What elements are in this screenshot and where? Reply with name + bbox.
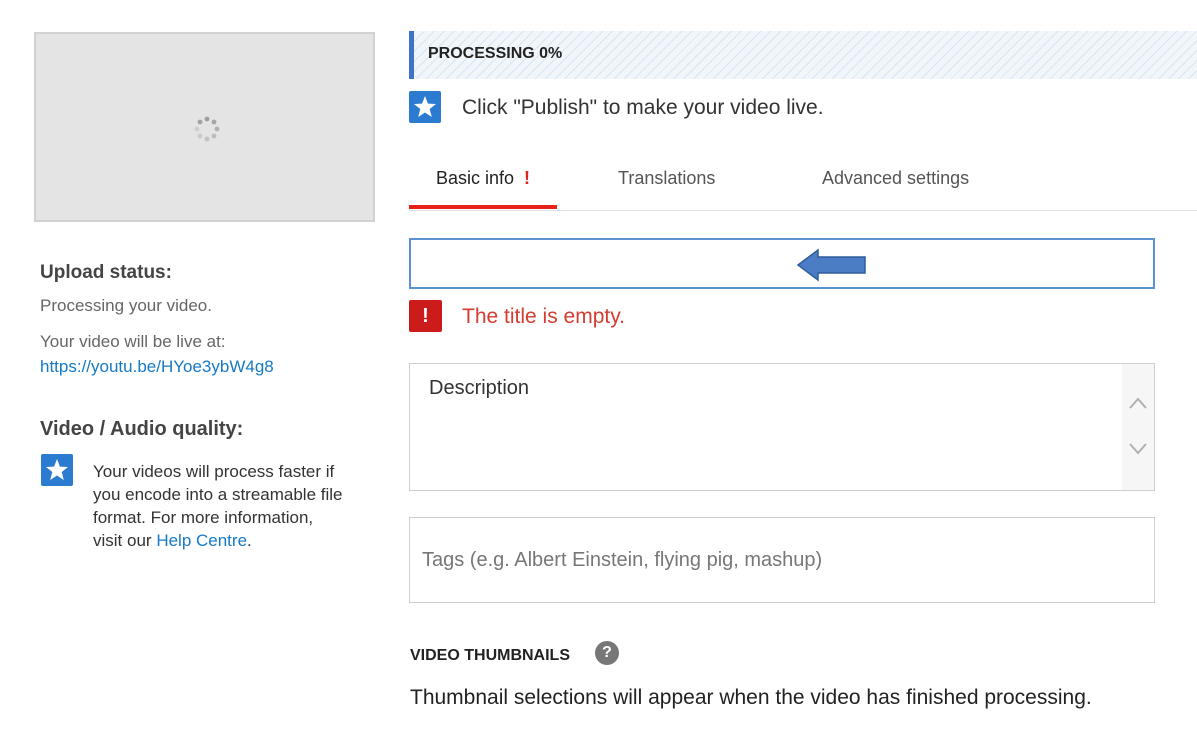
chevron-up-icon[interactable] <box>1128 396 1148 410</box>
tab-basic-info[interactable]: Basic info! <box>436 168 530 189</box>
quality-heading: Video / Audio quality: <box>40 418 244 440</box>
tab-alert-icon: ! <box>524 168 531 188</box>
tags-input[interactable] <box>409 517 1155 603</box>
loading-spinner-icon <box>194 116 220 142</box>
thumbnails-message: Thumbnail selections will appear when th… <box>410 686 1092 709</box>
error-icon: ! <box>409 300 442 332</box>
processing-progress-bar: PROCESSING 0% <box>409 31 1197 79</box>
title-input[interactable] <box>409 238 1155 289</box>
processing-status-text: Processing your video. <box>40 296 212 315</box>
quality-tip-suffix: . <box>247 531 252 550</box>
live-at-label: Your video will be live at: <box>40 332 226 351</box>
tab-basic-info-label: Basic info <box>436 168 515 188</box>
video-url-link[interactable]: https://youtu.be/HYoe3ybW4g8 <box>40 357 274 377</box>
quality-tip: Your videos will process faster if you e… <box>93 460 343 552</box>
title-error-message: The title is empty. <box>462 305 625 328</box>
help-centre-link[interactable]: Help Centre <box>156 531 247 550</box>
question-icon[interactable]: ? <box>595 641 619 665</box>
arrow-left-icon <box>796 248 866 282</box>
tab-translations[interactable]: Translations <box>618 168 715 189</box>
tab-bar: Basic info! Translations Advanced settin… <box>409 163 1197 211</box>
tab-advanced-settings[interactable]: Advanced settings <box>822 168 969 189</box>
star-icon <box>41 454 73 486</box>
star-icon <box>409 91 441 123</box>
video-preview <box>34 32 375 222</box>
active-tab-underline <box>409 205 557 209</box>
description-scrollbar[interactable] <box>1122 364 1154 490</box>
processing-progress-label: PROCESSING 0% <box>428 45 563 62</box>
chevron-down-icon[interactable] <box>1128 442 1148 456</box>
description-field[interactable]: Description <box>409 363 1155 491</box>
description-placeholder: Description <box>429 377 530 399</box>
video-thumbnails-heading: VIDEO THUMBNAILS <box>410 647 570 664</box>
upload-status-heading: Upload status: <box>40 262 172 283</box>
publish-notice: Click "Publish" to make your video live. <box>462 96 824 119</box>
